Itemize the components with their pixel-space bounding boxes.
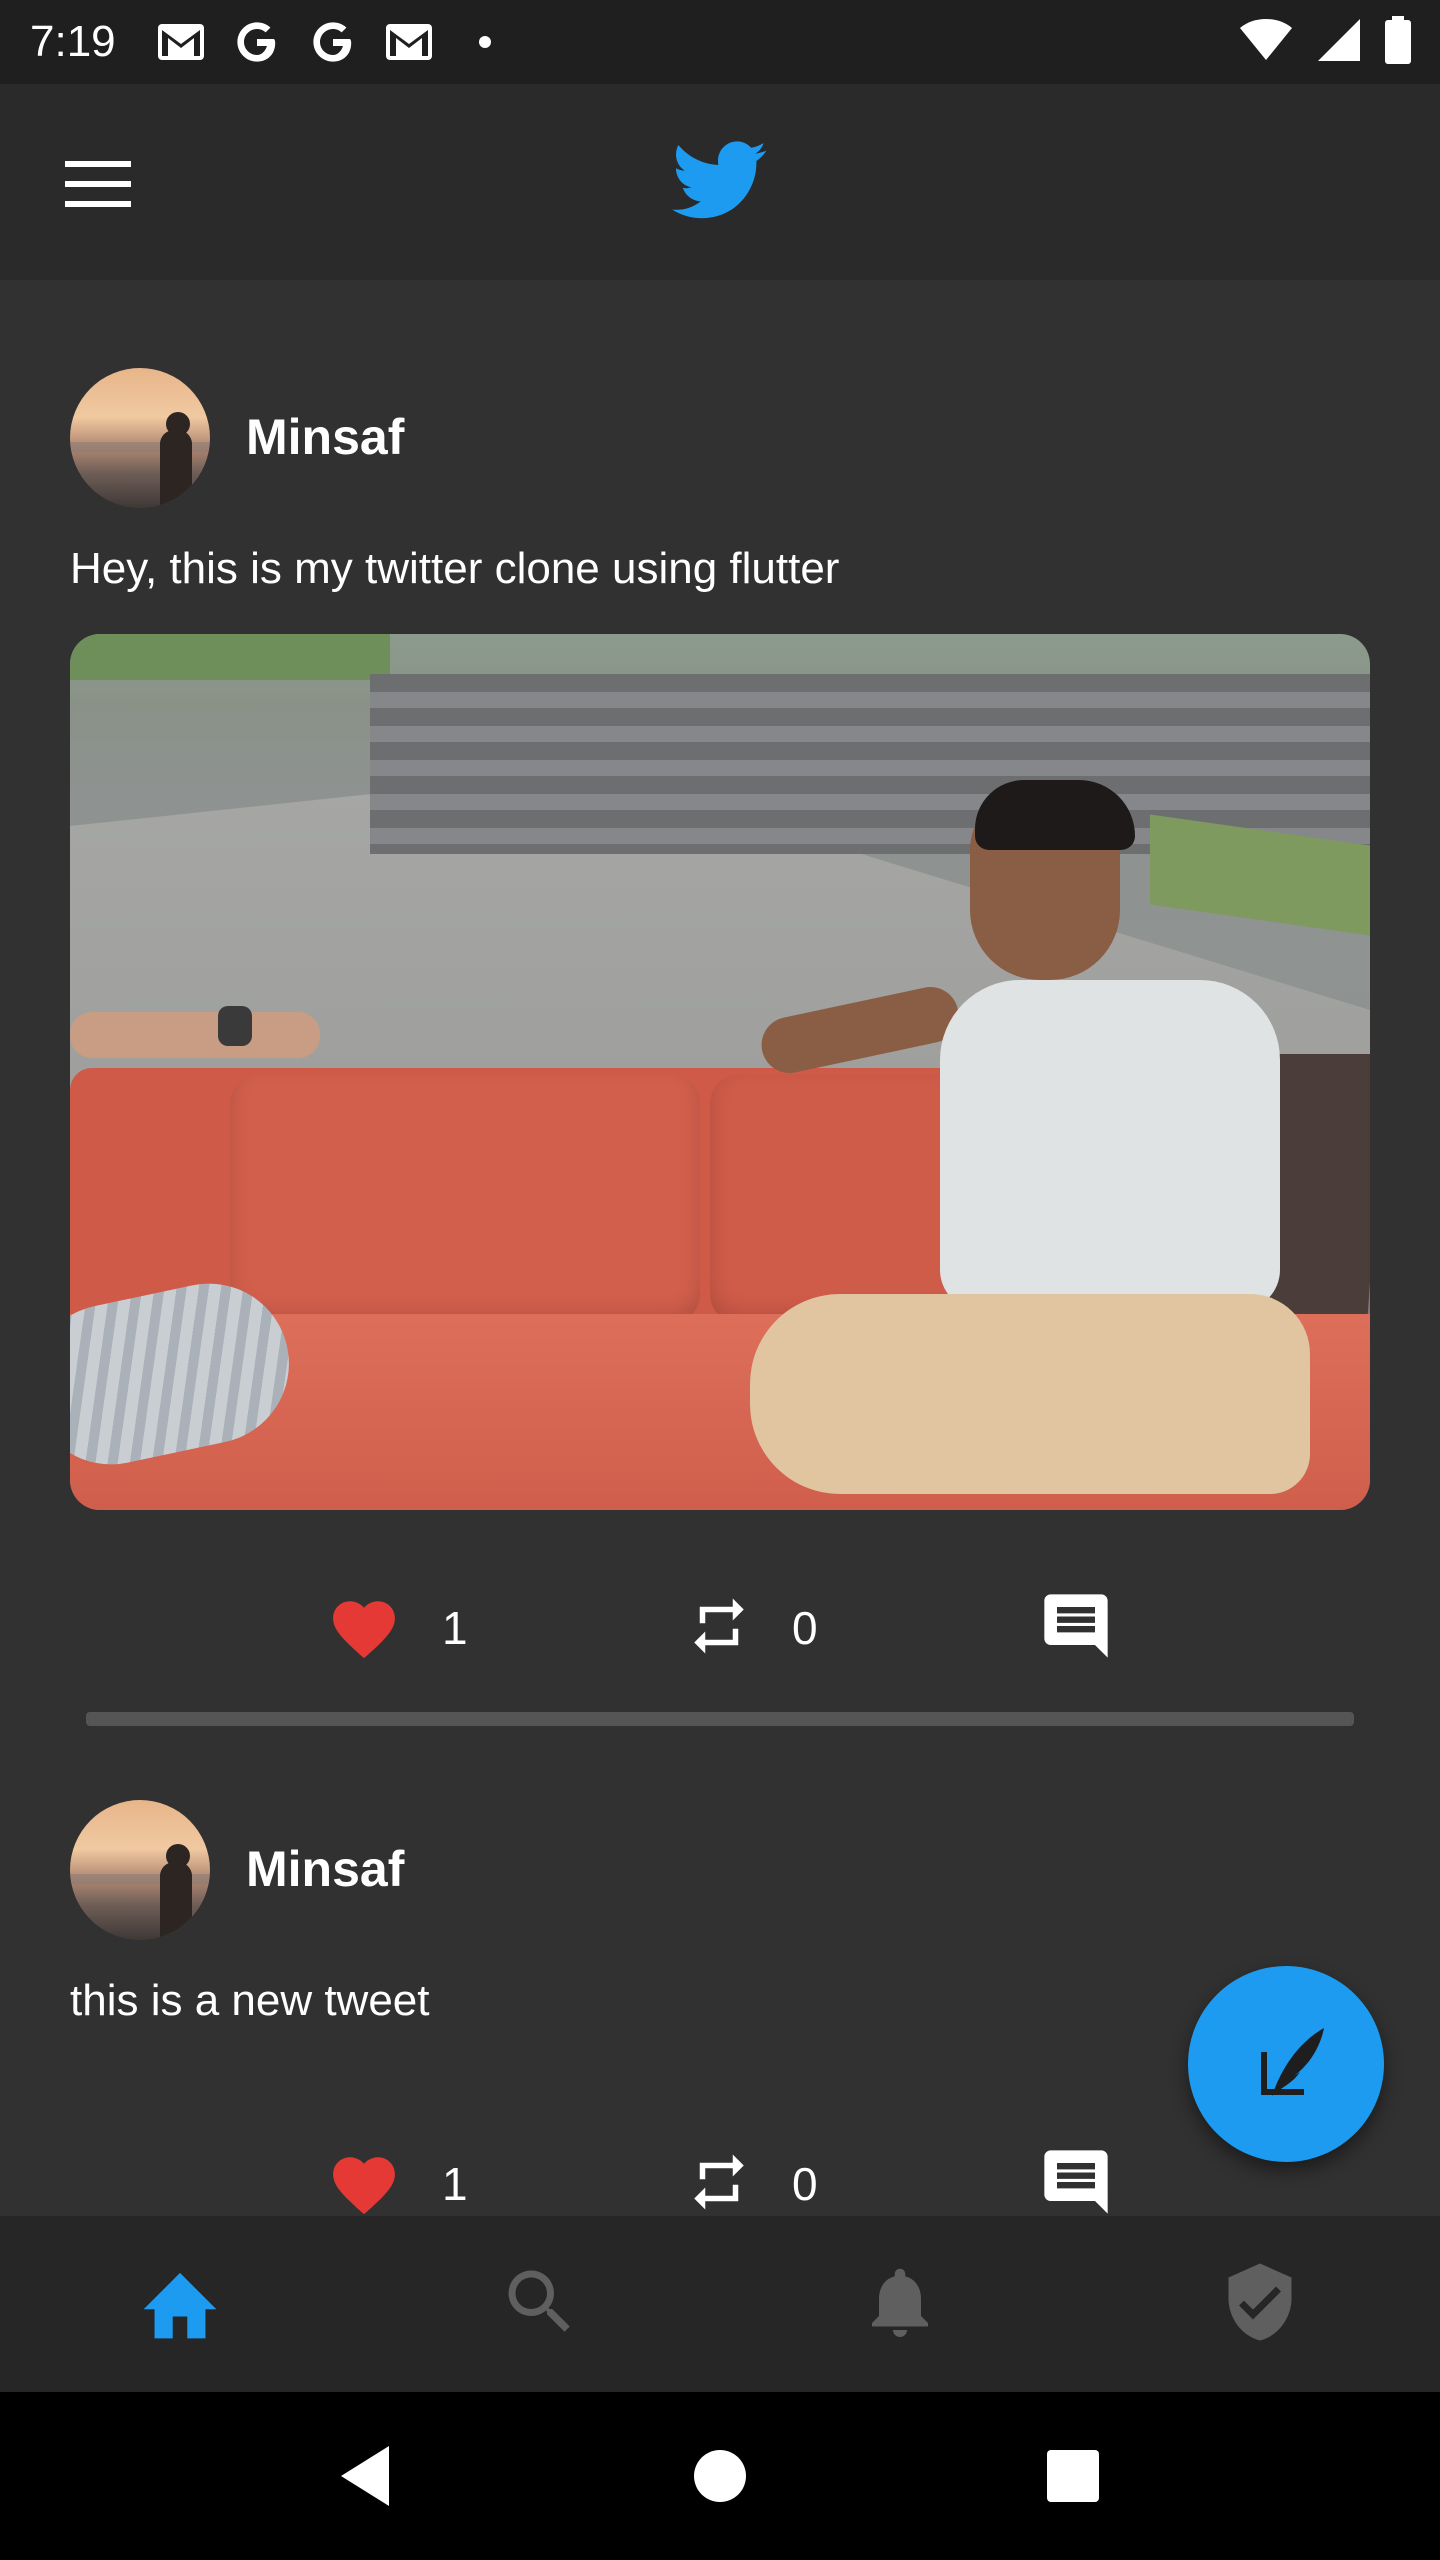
retweet-button[interactable]: 0	[686, 2134, 818, 2216]
heart-icon	[326, 1592, 402, 1665]
back-icon[interactable]	[312, 2421, 422, 2531]
compose-tweet-icon	[1236, 2012, 1336, 2117]
system-status-icons	[1238, 0, 1412, 84]
home-icon	[135, 2262, 225, 2347]
verified-shield-icon	[1218, 2255, 1302, 2354]
retweet-count: 0	[792, 2158, 818, 2210]
heart-icon	[326, 2148, 402, 2217]
twitter-bird-icon[interactable]	[672, 138, 768, 224]
avatar[interactable]	[70, 368, 210, 508]
nav-home[interactable]	[0, 2216, 360, 2392]
status-bar: 7:19	[0, 0, 1440, 84]
tweet-card[interactable]: Minsaf this is a new tweet 1 0	[0, 1730, 1440, 2216]
signal-icon	[1316, 17, 1362, 68]
tweet-username[interactable]: Minsaf	[246, 1840, 404, 1898]
wifi-icon	[1238, 18, 1294, 67]
tweet-actions: 1 0	[0, 2134, 1440, 2216]
tweet-text: this is a new tweet	[70, 1976, 430, 2025]
dot-icon	[460, 19, 510, 65]
notifications-bell-icon	[858, 2257, 942, 2352]
battery-icon	[1384, 15, 1412, 69]
nav-search[interactable]	[360, 2216, 720, 2392]
gmail-icon	[156, 19, 206, 65]
avatar[interactable]	[70, 1800, 210, 1940]
comment-icon	[1038, 1588, 1114, 1669]
like-count: 1	[442, 1602, 468, 1654]
search-icon	[498, 2260, 582, 2349]
google-icon	[308, 19, 358, 65]
compose-tweet-button[interactable]	[1188, 1966, 1384, 2162]
retweet-count: 0	[792, 1602, 818, 1654]
retweet-icon	[686, 2147, 752, 2217]
like-button[interactable]: 1	[326, 2134, 468, 2216]
status-time: 7:19	[30, 17, 116, 66]
system-navigation-bar	[0, 2392, 1440, 2560]
like-count: 1	[442, 2158, 468, 2210]
google-icon	[232, 19, 282, 65]
hamburger-menu-icon[interactable]	[54, 144, 142, 224]
nav-verified[interactable]	[1080, 2216, 1440, 2392]
home-circle-icon[interactable]	[665, 2421, 775, 2531]
screen: 7:19 Minsaf Hey, this is my twitter clon…	[0, 0, 1440, 2560]
app-bar	[0, 84, 1440, 280]
recents-icon[interactable]	[1018, 2421, 1128, 2531]
comment-icon	[1038, 2144, 1114, 2217]
notification-icons	[156, 19, 510, 65]
tweet-divider	[86, 1712, 1354, 1726]
retweet-icon	[686, 1591, 752, 1666]
comment-button[interactable]	[1038, 2134, 1114, 2216]
tweet-card[interactable]: Minsaf Hey, this is my twitter clone usi…	[0, 280, 1440, 1730]
tweet-actions: 1 0	[0, 1578, 1440, 1678]
bottom-navigation	[0, 2216, 1440, 2392]
tweet-image[interactable]	[70, 634, 1370, 1510]
gmail-icon	[384, 19, 434, 65]
tweet-username[interactable]: Minsaf	[246, 408, 404, 466]
retweet-button[interactable]: 0	[686, 1578, 818, 1678]
nav-notifications[interactable]	[720, 2216, 1080, 2392]
comment-button[interactable]	[1038, 1578, 1114, 1678]
like-button[interactable]: 1	[326, 1578, 468, 1678]
tweet-text: Hey, this is my twitter clone using flut…	[70, 544, 840, 593]
tweet-feed[interactable]: Minsaf Hey, this is my twitter clone usi…	[0, 280, 1440, 2216]
